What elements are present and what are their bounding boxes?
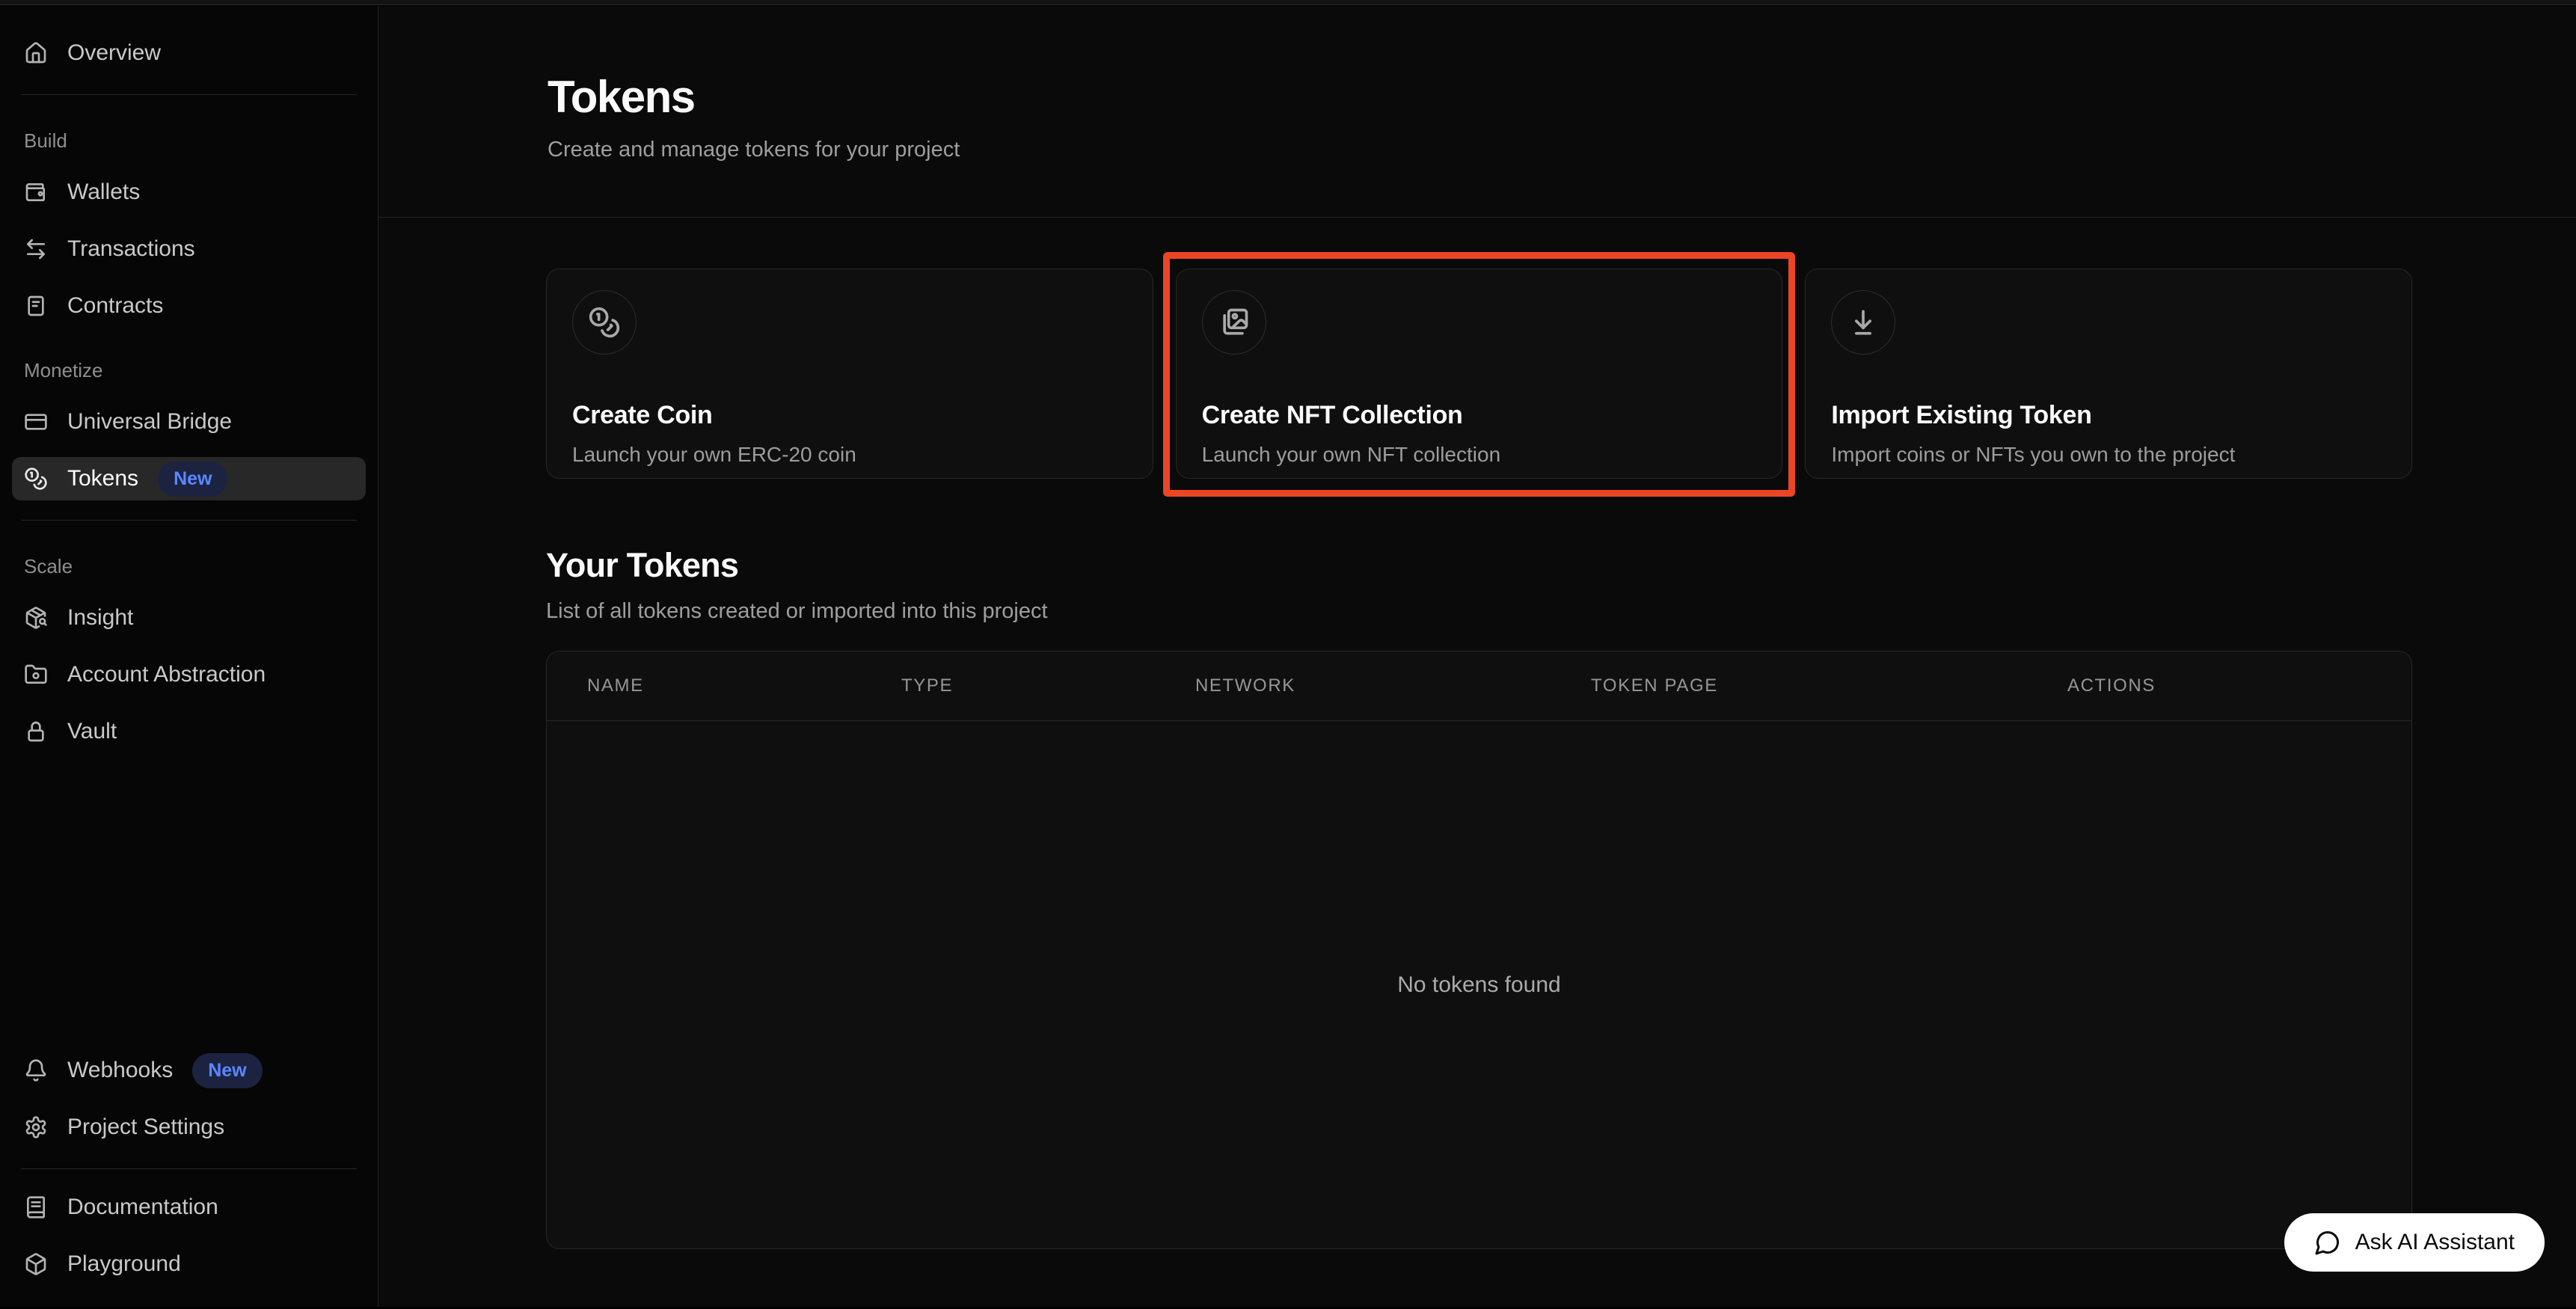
page-subtitle: Create and manage tokens for your projec… [548,138,2412,162]
column-header-token-page: TOKEN PAGE [1591,675,2067,696]
import-existing-token-card[interactable]: Import Existing Token Import coins or NF… [1805,269,2412,479]
tokens-table: NAME TYPE NETWORK TOKEN PAGE ACTIONS No … [546,651,2412,1249]
sidebar-item-contracts[interactable]: Contracts [12,284,366,328]
sidebar-divider [21,94,357,95]
import-down-icon [1847,306,1880,339]
sidebar-item-label: Account Abstraction [67,662,266,687]
sidebar-item-label: Contracts [67,293,163,319]
bridge-card-icon [24,410,48,434]
sidebar-item-label: Universal Bridge [67,409,232,435]
sidebar-item-webhooks[interactable]: Webhooks New [12,1049,366,1092]
sidebar-item-label: Project Settings [67,1115,224,1140]
chat-bubble-icon [2314,1229,2341,1256]
your-tokens-subtitle: List of all tokens created or imported i… [546,599,2412,624]
column-header-actions: ACTIONS [2067,675,2411,696]
card-title: Create Coin [572,401,1127,430]
sidebar-spacer [12,767,366,1049]
ask-ai-assistant-button[interactable]: Ask AI Assistant [2284,1213,2545,1272]
coins-icon [24,467,48,491]
create-nft-card-wrap: Create NFT Collection Launch your own NF… [1176,269,1783,479]
card-description: Import coins or NFTs you own to the proj… [1831,443,2386,467]
new-badge: New [192,1053,262,1088]
sidebar-item-project-settings[interactable]: Project Settings [12,1106,366,1149]
sidebar-item-wallets[interactable]: Wallets [12,171,366,214]
coins-icon [588,306,621,339]
sidebar-item-label: Wallets [67,180,140,205]
import-token-card-wrap: Import Existing Token Import coins or NF… [1805,269,2412,479]
sidebar: Overview Build Wallets Transactions Cont… [0,6,378,1307]
sidebar-section-monetize: Monetize [12,359,366,382]
column-header-name: NAME [587,675,901,696]
tokens-content: Create Coin Launch your own ERC-20 coin … [378,218,2576,1249]
sidebar-item-playground[interactable]: Playground [12,1242,366,1286]
sidebar-section-build: Build [12,129,366,153]
sidebar-item-overview[interactable]: Overview [12,31,366,75]
images-icon [1218,306,1251,339]
create-coin-card[interactable]: Create Coin Launch your own ERC-20 coin [546,269,1153,479]
main-content: Tokens Create and manage tokens for your… [378,6,2576,1307]
sidebar-item-label: Webhooks [67,1058,173,1083]
wallet-icon [24,180,48,204]
sidebar-item-label: Documentation [67,1195,218,1220]
column-header-type: TYPE [901,675,1195,696]
empty-message: No tokens found [1397,972,1560,998]
card-icon-circle [1202,290,1266,355]
sidebar-item-label: Playground [67,1251,181,1277]
window-top-strip [0,0,2576,5]
bell-icon [24,1058,48,1082]
sidebar-item-label: Insight [67,605,133,631]
book-icon [24,1195,48,1219]
sidebar-item-label: Vault [67,719,117,744]
card-description: Launch your own NFT collection [1202,443,1757,467]
sidebar-item-universal-bridge[interactable]: Universal Bridge [12,400,366,444]
app-frame: Overview Build Wallets Transactions Cont… [0,6,2576,1307]
sidebar-item-vault[interactable]: Vault [12,710,366,753]
sidebar-item-account-abstraction[interactable]: Account Abstraction [12,653,366,696]
package-search-icon [24,606,48,630]
card-description: Launch your own ERC-20 coin [572,443,1127,467]
tokens-table-header: NAME TYPE NETWORK TOKEN PAGE ACTIONS [547,652,2411,721]
create-nft-collection-card[interactable]: Create NFT Collection Launch your own NF… [1176,269,1783,479]
create-coin-card-wrap: Create Coin Launch your own ERC-20 coin [546,269,1153,479]
gear-icon [24,1115,48,1139]
your-tokens-title: Your Tokens [546,546,2412,585]
sidebar-item-documentation[interactable]: Documentation [12,1186,366,1229]
home-icon [24,41,48,65]
sidebar-divider [21,520,357,521]
contract-icon [24,294,48,318]
page-title: Tokens [548,75,2412,120]
lock-icon [24,720,48,744]
column-header-network: NETWORK [1195,675,1591,696]
page-header: Tokens Create and manage tokens for your… [378,6,2576,218]
cube-icon [24,1252,48,1276]
sidebar-divider [21,1168,357,1169]
sidebar-item-insight[interactable]: Insight [12,596,366,640]
sidebar-item-transactions[interactable]: Transactions [12,227,366,271]
ask-ai-assistant-label: Ask AI Assistant [2355,1230,2515,1255]
card-title: Create NFT Collection [1202,401,1757,430]
sidebar-section-scale: Scale [12,555,366,578]
card-icon-circle [1831,290,1895,355]
sidebar-item-label: Tokens [67,466,138,491]
card-title: Import Existing Token [1831,401,2386,430]
sidebar-item-tokens[interactable]: Tokens New [12,457,366,500]
create-options-row: Create Coin Launch your own ERC-20 coin … [546,269,2412,479]
new-badge: New [158,462,227,497]
sidebar-item-label: Overview [67,40,161,66]
card-icon-circle [572,290,637,355]
sidebar-item-label: Transactions [67,236,195,262]
transactions-icon [24,237,48,261]
folder-dot-icon [24,663,48,687]
tokens-table-empty-state: No tokens found [547,721,2411,1249]
